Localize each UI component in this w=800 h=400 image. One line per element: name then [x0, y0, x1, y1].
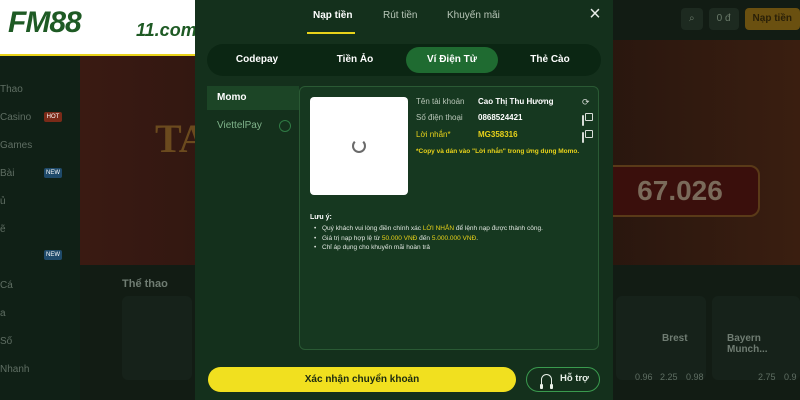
notice-item: Quý khách vui lòng điền chính xác LỜI NH… — [314, 224, 594, 234]
phone-label: Số điện thoại — [416, 113, 463, 122]
logo-main-text: FM88 — [8, 6, 82, 39]
odd-value[interactable]: 2.75 — [758, 372, 776, 382]
support-button[interactable]: Hỗ trợ — [526, 367, 600, 392]
section-title: Thể thao — [122, 278, 168, 290]
sidebar-item[interactable]: Games — [0, 140, 32, 151]
hot-badge: HOT — [44, 112, 62, 122]
support-label: Hỗ trợ — [560, 373, 589, 384]
odd-value[interactable]: 2.25 — [660, 372, 678, 382]
sidebar-item[interactable]: Số — [0, 336, 12, 347]
close-icon[interactable]: × — [585, 4, 605, 24]
phone-row: Số điện thoại 0868524421 — [416, 111, 592, 126]
search-icon[interactable]: ⌕ — [681, 8, 703, 30]
qr-code — [310, 97, 408, 195]
logo-domain-text: 11.com — [136, 20, 197, 40]
modal-tabs: Nạp tiền Rút tiền Khuyến mãi — [195, 0, 613, 36]
message-label: Lời nhắn* — [416, 130, 451, 139]
message-row: Lời nhắn* MG358316 — [416, 128, 592, 143]
sidebar-item[interactable]: Casino — [0, 112, 31, 123]
notice-item: Giá trị nạp hợp lệ từ 50.000 VNĐ đến 5.0… — [314, 234, 594, 244]
wallet-status-icon — [279, 120, 291, 132]
active-tab-indicator — [307, 32, 355, 34]
odd-value[interactable]: 0.96 — [635, 372, 653, 382]
confirm-transfer-button[interactable]: Xác nhận chuyển khoản — [208, 367, 516, 392]
team-name: Bayern Munch... — [727, 333, 768, 355]
wallet-momo[interactable]: Momo — [207, 86, 299, 110]
tab-promotions[interactable]: Khuyến mãi — [447, 10, 500, 21]
message-value: MG358316 — [478, 130, 518, 139]
odd-value[interactable]: 0.98 — [686, 372, 704, 382]
method-ewallet[interactable]: Ví Điện Tử — [406, 47, 498, 73]
match-card[interactable] — [616, 296, 706, 380]
method-crypto[interactable]: Tiền Ảo — [309, 47, 401, 73]
account-name-value: Cao Thị Thu Hương — [478, 97, 554, 106]
message-note: *Copy và dán vào "Lời nhắn" trong ứng dụ… — [416, 148, 580, 155]
sidebar-item[interactable]: ủ — [0, 196, 6, 207]
team-name: Brest — [662, 333, 688, 344]
background-sidebar: Thao Casino HOT Games Bài NEW ủ ẽ NEW Cá… — [0, 0, 80, 400]
method-codepay[interactable]: Codepay — [211, 47, 303, 73]
wallet-details-panel: Tên tài khoản Cao Thị Thu Hương ⟳ Số điệ… — [299, 86, 599, 350]
notice-title: Lưu ý: — [310, 214, 332, 221]
loading-spinner-icon — [352, 139, 366, 153]
deposit-button[interactable]: Nạp tiền — [744, 8, 800, 30]
payment-method-tabs: Codepay Tiền Ảo Ví Điện Tử Thẻ Cào — [207, 44, 601, 76]
tab-withdraw[interactable]: Rút tiền — [383, 10, 417, 21]
wallet-label: ViettelPay — [217, 120, 262, 131]
tab-deposit[interactable]: Nạp tiền — [313, 10, 352, 21]
copy-icon[interactable] — [582, 114, 590, 126]
sidebar-item[interactable]: ẽ — [0, 224, 6, 235]
refresh-icon[interactable]: ⟳ — [582, 98, 590, 107]
copy-icon[interactable] — [582, 131, 590, 143]
phone-value: 0868524421 — [478, 113, 523, 122]
wallet-viettelpay[interactable]: ViettelPay — [207, 114, 299, 138]
sidebar-item[interactable]: Cá — [0, 280, 13, 291]
brand-logo[interactable]: FM88 11.com — [0, 0, 226, 56]
account-name-label: Tên tài khoản — [416, 97, 465, 106]
notice-item: Chỉ áp dụng cho khuyến mãi hoàn trả — [314, 243, 594, 253]
sidebar-item[interactable]: Bài — [0, 168, 14, 179]
header-actions: ⌕ 0 đ Nạp tiền — [681, 8, 800, 30]
method-card[interactable]: Thẻ Cào — [503, 47, 597, 73]
odd-value[interactable]: 0.9 — [784, 372, 797, 382]
sidebar-item[interactable]: a — [0, 308, 6, 319]
account-name-row: Tên tài khoản Cao Thị Thu Hương ⟳ — [416, 95, 592, 109]
balance-button[interactable]: 0 đ — [708, 8, 739, 30]
jackpot-counter: 67.026 — [600, 165, 760, 217]
new-badge: NEW — [44, 250, 62, 260]
sidebar-item[interactable]: Nhanh — [0, 364, 29, 375]
headset-icon — [540, 374, 553, 389]
notice-list: Quý khách vui lòng điền chính xác LỜI NH… — [314, 224, 594, 253]
sidebar-item[interactable]: Thao — [0, 84, 23, 95]
new-badge: NEW — [44, 168, 62, 178]
match-card[interactable] — [122, 296, 192, 380]
deposit-modal: Nạp tiền Rút tiền Khuyến mãi × Codepay T… — [195, 0, 613, 400]
